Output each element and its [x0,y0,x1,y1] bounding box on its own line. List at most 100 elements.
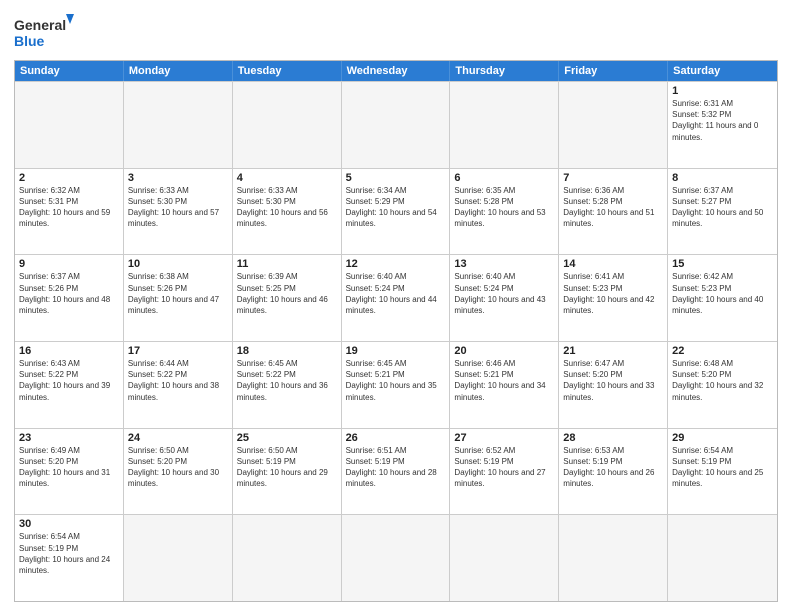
day-cell-26: 26Sunrise: 6:51 AM Sunset: 5:19 PM Dayli… [342,429,451,515]
day-cell-9: 9Sunrise: 6:37 AM Sunset: 5:26 PM Daylig… [15,255,124,341]
header-day-sunday: Sunday [15,61,124,81]
day-info: Sunrise: 6:49 AM Sunset: 5:20 PM Dayligh… [19,445,119,490]
calendar-row-4: 23Sunrise: 6:49 AM Sunset: 5:20 PM Dayli… [15,428,777,515]
calendar-row-1: 2Sunrise: 6:32 AM Sunset: 5:31 PM Daylig… [15,168,777,255]
day-cell-7: 7Sunrise: 6:36 AM Sunset: 5:28 PM Daylig… [559,169,668,255]
day-info: Sunrise: 6:41 AM Sunset: 5:23 PM Dayligh… [563,271,663,316]
day-info: Sunrise: 6:47 AM Sunset: 5:20 PM Dayligh… [563,358,663,403]
day-cell-16: 16Sunrise: 6:43 AM Sunset: 5:22 PM Dayli… [15,342,124,428]
day-info: Sunrise: 6:51 AM Sunset: 5:19 PM Dayligh… [346,445,446,490]
day-info: Sunrise: 6:32 AM Sunset: 5:31 PM Dayligh… [19,185,119,230]
day-number: 16 [19,345,119,357]
day-cell-11: 11Sunrise: 6:39 AM Sunset: 5:25 PM Dayli… [233,255,342,341]
empty-cell-5-3 [342,515,451,601]
day-number: 9 [19,258,119,270]
day-info: Sunrise: 6:50 AM Sunset: 5:20 PM Dayligh… [128,445,228,490]
empty-cell-0-5 [559,82,668,168]
day-number: 24 [128,432,228,444]
day-info: Sunrise: 6:50 AM Sunset: 5:19 PM Dayligh… [237,445,337,490]
day-info: Sunrise: 6:36 AM Sunset: 5:28 PM Dayligh… [563,185,663,230]
empty-cell-0-3 [342,82,451,168]
day-info: Sunrise: 6:37 AM Sunset: 5:26 PM Dayligh… [19,271,119,316]
day-cell-28: 28Sunrise: 6:53 AM Sunset: 5:19 PM Dayli… [559,429,668,515]
header-day-tuesday: Tuesday [233,61,342,81]
day-cell-29: 29Sunrise: 6:54 AM Sunset: 5:19 PM Dayli… [668,429,777,515]
day-info: Sunrise: 6:37 AM Sunset: 5:27 PM Dayligh… [672,185,773,230]
day-info: Sunrise: 6:40 AM Sunset: 5:24 PM Dayligh… [346,271,446,316]
empty-cell-0-4 [450,82,559,168]
day-cell-18: 18Sunrise: 6:45 AM Sunset: 5:22 PM Dayli… [233,342,342,428]
header-day-saturday: Saturday [668,61,777,81]
day-cell-27: 27Sunrise: 6:52 AM Sunset: 5:19 PM Dayli… [450,429,559,515]
empty-cell-0-1 [124,82,233,168]
svg-text:Blue: Blue [14,33,45,49]
day-info: Sunrise: 6:44 AM Sunset: 5:22 PM Dayligh… [128,358,228,403]
day-number: 27 [454,432,554,444]
day-cell-19: 19Sunrise: 6:45 AM Sunset: 5:21 PM Dayli… [342,342,451,428]
day-info: Sunrise: 6:53 AM Sunset: 5:19 PM Dayligh… [563,445,663,490]
calendar-row-2: 9Sunrise: 6:37 AM Sunset: 5:26 PM Daylig… [15,254,777,341]
calendar-row-5: 30Sunrise: 6:54 AM Sunset: 5:19 PM Dayli… [15,514,777,601]
day-number: 14 [563,258,663,270]
day-number: 15 [672,258,773,270]
day-info: Sunrise: 6:45 AM Sunset: 5:22 PM Dayligh… [237,358,337,403]
empty-cell-5-1 [124,515,233,601]
day-info: Sunrise: 6:40 AM Sunset: 5:24 PM Dayligh… [454,271,554,316]
day-cell-13: 13Sunrise: 6:40 AM Sunset: 5:24 PM Dayli… [450,255,559,341]
day-cell-3: 3Sunrise: 6:33 AM Sunset: 5:30 PM Daylig… [124,169,233,255]
day-number: 3 [128,172,228,184]
logo: General Blue [14,12,74,52]
day-cell-14: 14Sunrise: 6:41 AM Sunset: 5:23 PM Dayli… [559,255,668,341]
header-day-thursday: Thursday [450,61,559,81]
day-cell-1: 1Sunrise: 6:31 AM Sunset: 5:32 PM Daylig… [668,82,777,168]
header-day-wednesday: Wednesday [342,61,451,81]
day-cell-22: 22Sunrise: 6:48 AM Sunset: 5:20 PM Dayli… [668,342,777,428]
day-info: Sunrise: 6:33 AM Sunset: 5:30 PM Dayligh… [237,185,337,230]
day-number: 1 [672,85,773,97]
day-info: Sunrise: 6:46 AM Sunset: 5:21 PM Dayligh… [454,358,554,403]
day-info: Sunrise: 6:42 AM Sunset: 5:23 PM Dayligh… [672,271,773,316]
day-number: 21 [563,345,663,357]
empty-cell-0-2 [233,82,342,168]
header: General Blue [14,12,778,52]
day-cell-6: 6Sunrise: 6:35 AM Sunset: 5:28 PM Daylig… [450,169,559,255]
day-cell-23: 23Sunrise: 6:49 AM Sunset: 5:20 PM Dayli… [15,429,124,515]
day-info: Sunrise: 6:52 AM Sunset: 5:19 PM Dayligh… [454,445,554,490]
day-cell-5: 5Sunrise: 6:34 AM Sunset: 5:29 PM Daylig… [342,169,451,255]
day-cell-20: 20Sunrise: 6:46 AM Sunset: 5:21 PM Dayli… [450,342,559,428]
day-number: 19 [346,345,446,357]
day-number: 12 [346,258,446,270]
day-cell-12: 12Sunrise: 6:40 AM Sunset: 5:24 PM Dayli… [342,255,451,341]
day-info: Sunrise: 6:45 AM Sunset: 5:21 PM Dayligh… [346,358,446,403]
day-info: Sunrise: 6:39 AM Sunset: 5:25 PM Dayligh… [237,271,337,316]
empty-cell-5-4 [450,515,559,601]
day-number: 4 [237,172,337,184]
day-info: Sunrise: 6:35 AM Sunset: 5:28 PM Dayligh… [454,185,554,230]
day-number: 18 [237,345,337,357]
empty-cell-5-5 [559,515,668,601]
empty-cell-5-2 [233,515,342,601]
calendar: SundayMondayTuesdayWednesdayThursdayFrid… [14,60,778,602]
day-cell-25: 25Sunrise: 6:50 AM Sunset: 5:19 PM Dayli… [233,429,342,515]
header-day-monday: Monday [124,61,233,81]
day-number: 6 [454,172,554,184]
calendar-body: 1Sunrise: 6:31 AM Sunset: 5:32 PM Daylig… [15,81,777,601]
day-cell-10: 10Sunrise: 6:38 AM Sunset: 5:26 PM Dayli… [124,255,233,341]
day-info: Sunrise: 6:38 AM Sunset: 5:26 PM Dayligh… [128,271,228,316]
day-number: 26 [346,432,446,444]
day-info: Sunrise: 6:48 AM Sunset: 5:20 PM Dayligh… [672,358,773,403]
day-number: 25 [237,432,337,444]
day-cell-4: 4Sunrise: 6:33 AM Sunset: 5:30 PM Daylig… [233,169,342,255]
day-number: 11 [237,258,337,270]
day-number: 5 [346,172,446,184]
day-cell-15: 15Sunrise: 6:42 AM Sunset: 5:23 PM Dayli… [668,255,777,341]
calendar-header: SundayMondayTuesdayWednesdayThursdayFrid… [15,61,777,81]
day-info: Sunrise: 6:31 AM Sunset: 5:32 PM Dayligh… [672,98,773,143]
day-number: 10 [128,258,228,270]
day-info: Sunrise: 6:34 AM Sunset: 5:29 PM Dayligh… [346,185,446,230]
day-info: Sunrise: 6:33 AM Sunset: 5:30 PM Dayligh… [128,185,228,230]
svg-text:General: General [14,17,66,33]
day-cell-30: 30Sunrise: 6:54 AM Sunset: 5:19 PM Dayli… [15,515,124,601]
day-number: 23 [19,432,119,444]
day-number: 13 [454,258,554,270]
